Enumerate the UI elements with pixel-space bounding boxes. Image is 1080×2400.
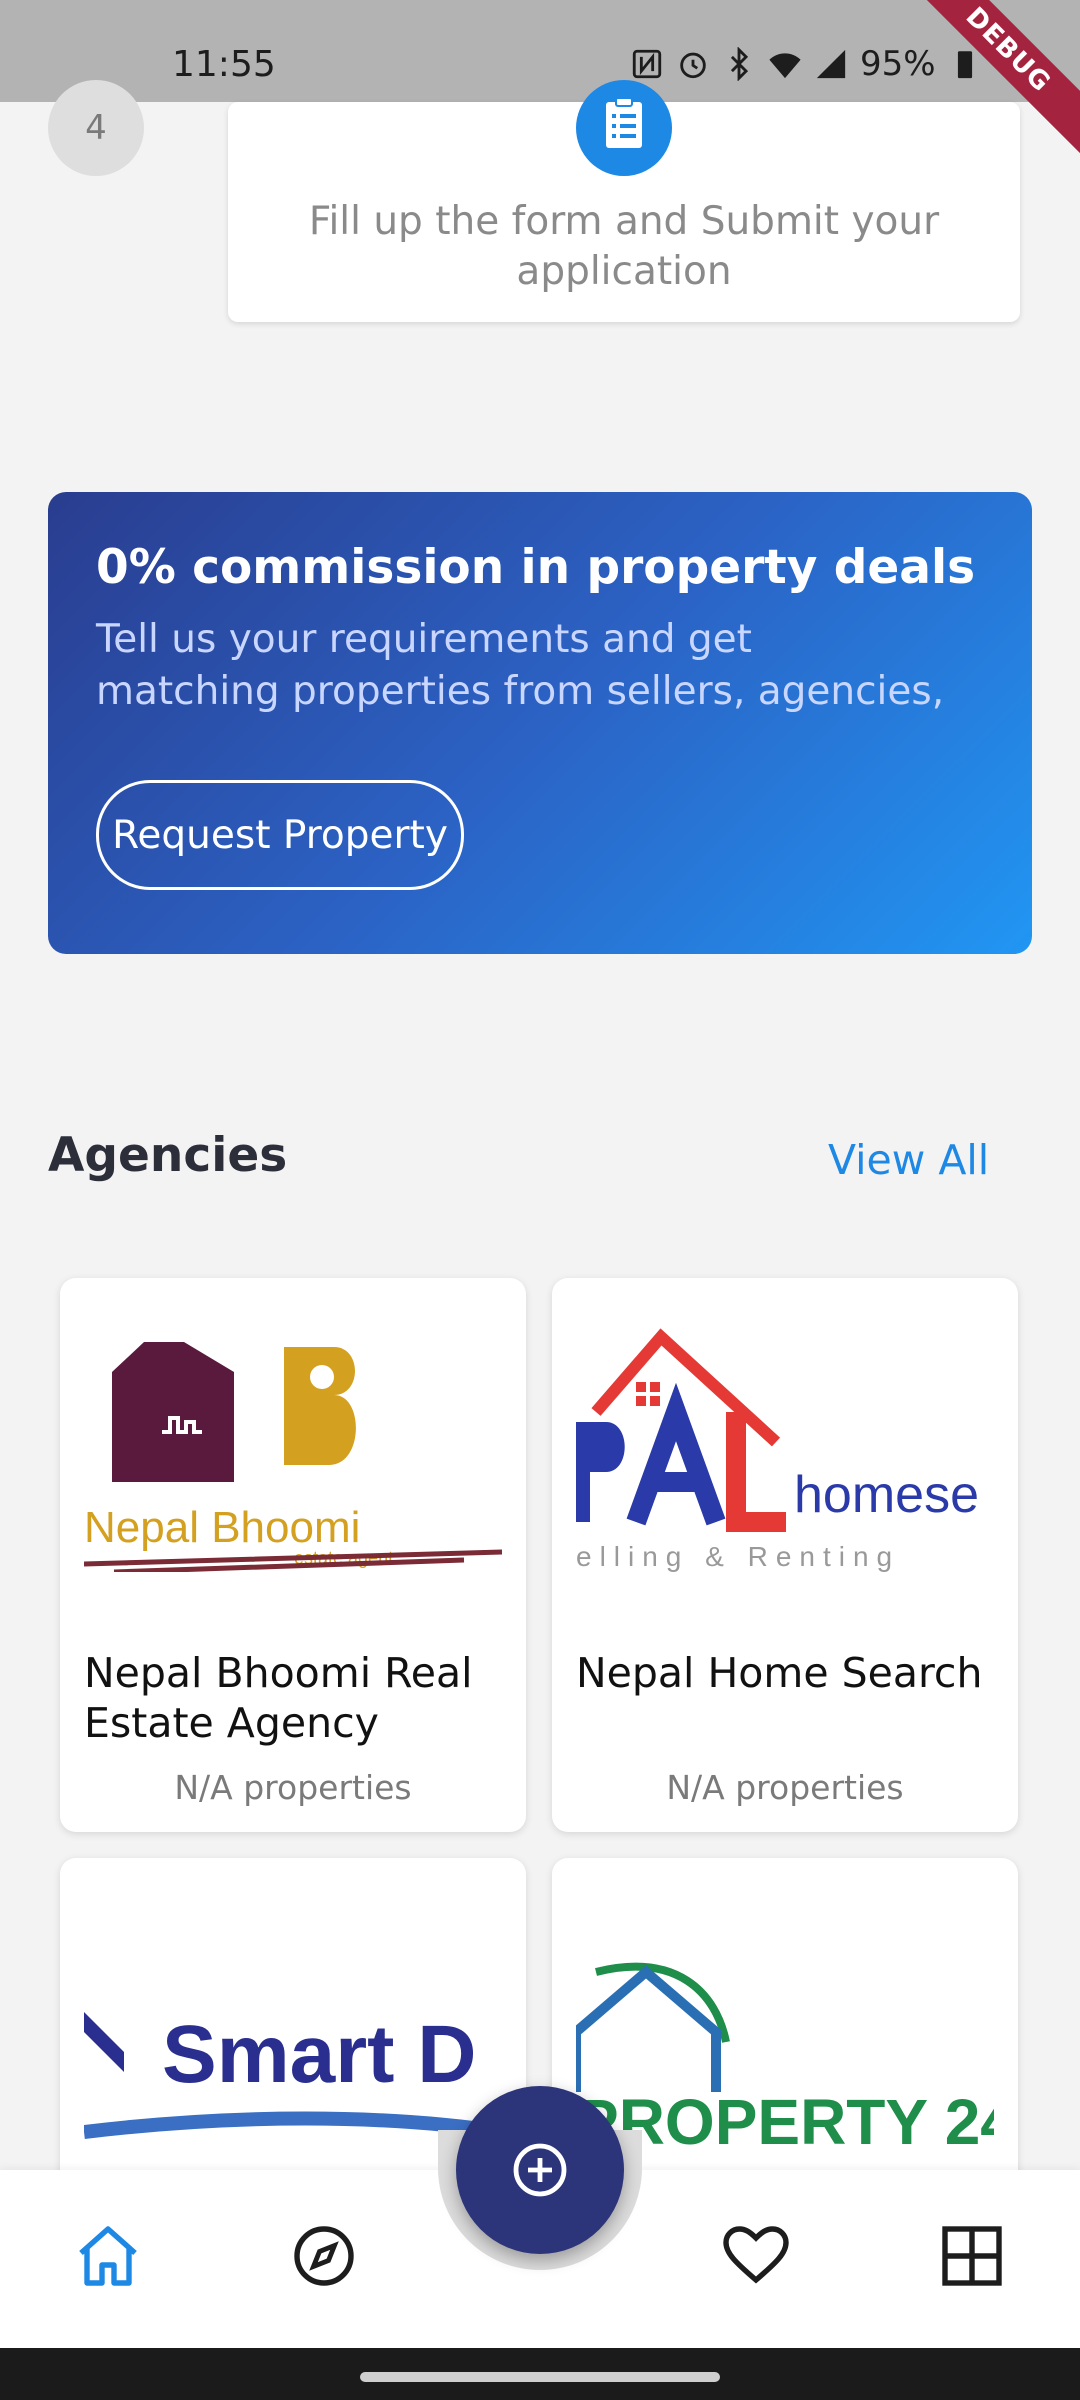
nfc-icon	[632, 49, 662, 79]
agency-name: Nepal Home Search	[576, 1649, 983, 1697]
form-icon	[576, 80, 672, 176]
compass-icon[interactable]	[288, 2220, 360, 2292]
home-gesture-pill[interactable]	[360, 2372, 720, 2382]
agency-logo-property24: PROPERTY 24	[571, 1882, 1016, 2158]
agency-logo-sub: elling & Renting	[576, 1541, 900, 1572]
step-number: 4	[48, 80, 144, 176]
home-icon[interactable]	[72, 2220, 144, 2292]
agency-property-count: N/A properties	[174, 1768, 412, 1807]
agency-logo-text: Nepal Bhoomi	[84, 1503, 360, 1552]
status-bar: 11:55 95% DEBUG	[0, 0, 1080, 165]
agency-property-count: N/A properties	[666, 1768, 904, 1807]
agency-card[interactable]: homese elling & Renting Nepal Home Searc…	[552, 1278, 1018, 1832]
promo-subtitle-line2: matching properties from sellers, agenci…	[96, 669, 945, 714]
signal-icon	[816, 49, 846, 79]
agency-logo-text: homese	[794, 1466, 979, 1524]
status-icons: 95%	[630, 44, 982, 84]
battery-icon	[957, 51, 972, 79]
step-text: Fill up the form and Submit your applica…	[308, 199, 940, 294]
bluetooth-icon	[730, 47, 749, 81]
agency-name: Nepal Bhoomi Real Estate Agency	[84, 1649, 473, 1747]
agency-logo-smart: Smart D	[83, 1882, 504, 2152]
system-nav-bar	[0, 2348, 1080, 2400]
agency-logo-nepal-bhoomi: Nepal Bhoomi estate agent	[83, 1302, 503, 1575]
agencies-title: Agencies	[48, 1128, 288, 1183]
promo-title: 0% commission in property deals	[96, 540, 976, 595]
heart-icon[interactable]	[720, 2220, 792, 2292]
request-property-button[interactable]: Request Property	[96, 780, 464, 890]
agency-logo-nepal-home-search: homese elling & Renting	[576, 1302, 994, 1572]
status-time: 11:55	[172, 44, 276, 85]
add-button[interactable]	[456, 2086, 624, 2254]
grid-icon[interactable]	[936, 2220, 1008, 2292]
wifi-icon	[769, 53, 801, 79]
promo-subtitle-line1: Tell us your requirements and get	[96, 617, 752, 662]
promo-subtitle: Tell us your requirements and get matchi…	[96, 614, 996, 718]
battery-percent: 95%	[860, 44, 936, 84]
view-all-link[interactable]: View All	[828, 1136, 989, 1184]
alarm-icon	[680, 52, 706, 79]
add-circle-icon	[513, 2143, 567, 2197]
agency-logo-text: Smart D	[162, 2009, 476, 2100]
promo-banner: 0% commission in property deals Tell us …	[48, 492, 1032, 954]
agency-card[interactable]: Nepal Bhoomi estate agent Nepal Bhoomi R…	[60, 1278, 526, 1832]
